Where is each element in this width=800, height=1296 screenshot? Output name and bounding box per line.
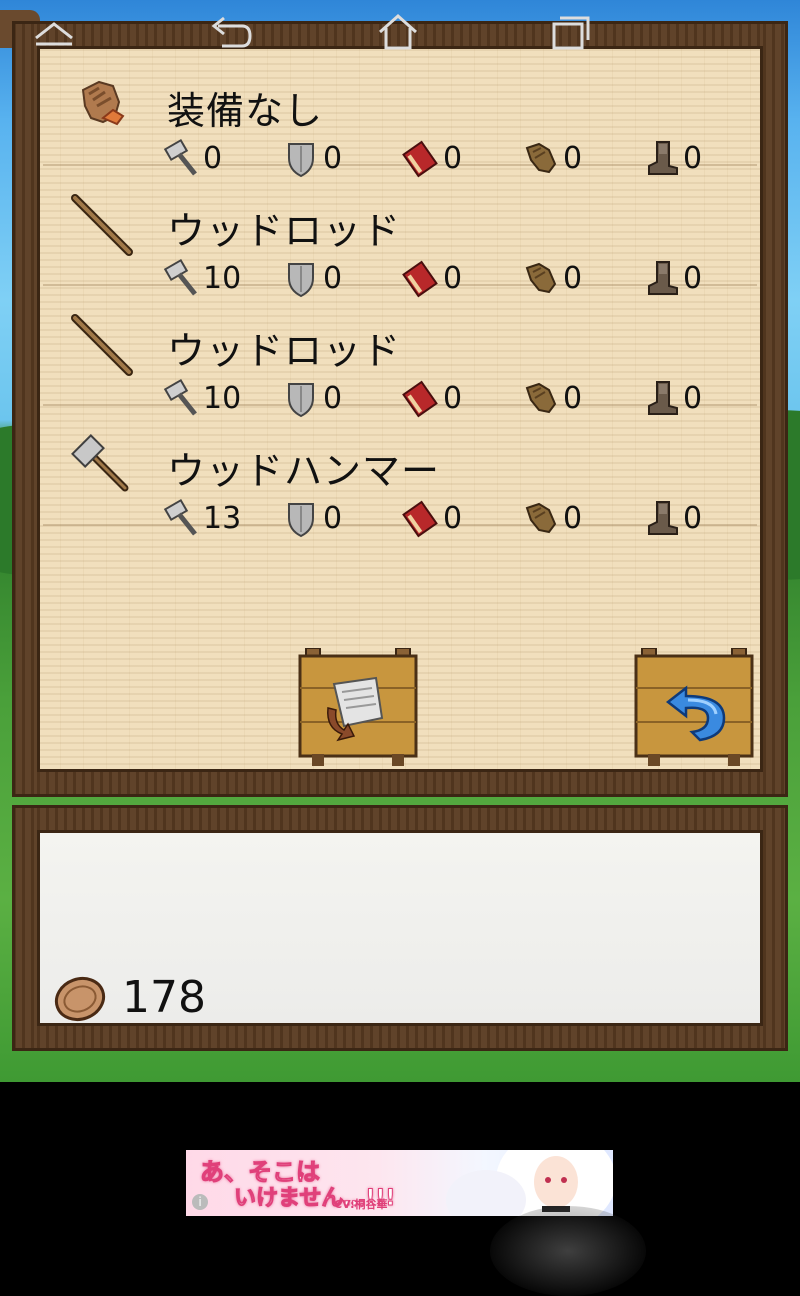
gloves-stat: 0 [521, 498, 582, 538]
nav-home-button[interactable] [368, 8, 428, 56]
back-button[interactable] [634, 647, 754, 766]
home-icon [379, 13, 417, 50]
defense-stat: 0 [281, 498, 342, 538]
magic-stat: 0 [401, 498, 462, 538]
nav-recent-apps-button[interactable] [540, 8, 600, 56]
attack-value: 13 [203, 500, 242, 536]
equipment-row[interactable]: ウッドロッド 10 0 0 0 0 [43, 166, 757, 298]
shield-stat-icon [288, 503, 314, 538]
recent-apps-icon [552, 16, 590, 50]
ad-info-icon[interactable]: i [192, 1194, 208, 1210]
boots-stat: 0 [641, 498, 702, 538]
chevron-up-icon [35, 22, 73, 46]
equipment-row[interactable]: 装備なし 0 0 0 0 0 [43, 46, 757, 178]
item-name: 装備なし [167, 89, 324, 133]
back-arrow-icon [211, 16, 252, 48]
gloves-value: 0 [563, 500, 583, 536]
defense-value: 0 [323, 500, 343, 536]
book-stat-icon [402, 500, 438, 538]
ad-character-illustration [446, 1150, 613, 1216]
glove-icon [69, 72, 133, 136]
boot-stat-icon [648, 501, 678, 535]
item-name: ウッドロッド [167, 209, 402, 253]
equipment-row[interactable]: ウッドハンマー 13 0 0 0 0 [43, 406, 757, 538]
glove-stat-icon [525, 502, 557, 534]
recycle-button[interactable] [298, 647, 418, 766]
magic-value: 0 [443, 500, 463, 536]
hammer-icon [69, 432, 133, 496]
item-name: ウッドロッド [167, 329, 402, 373]
nav-back-button[interactable] [24, 8, 84, 56]
attack-stat: 13 [161, 498, 241, 538]
ad-banner[interactable]: あ、そこは いけません…!!! CV:桐谷華 i [186, 1150, 613, 1216]
equipment-row[interactable]: ウッドロッド 10 0 0 0 0 [43, 286, 757, 418]
wood-rod-icon [69, 192, 133, 256]
ad-voice-credit: CV:桐谷華 [334, 1198, 388, 1211]
coin-icon [54, 975, 106, 1023]
hammer-stat-icon [163, 498, 197, 536]
coin-count: 178 [122, 972, 206, 1023]
equipment-list: 装備なし 0 0 0 0 0 ウッドロッド 10 0 0 0 0 ウッドロッド … [37, 46, 763, 538]
nav-highlight [490, 1206, 646, 1296]
item-stats: 13 0 0 0 0 [161, 498, 761, 538]
nav-back-arrow-button[interactable] [200, 8, 260, 56]
boots-value: 0 [683, 500, 703, 536]
system-nav-bar [0, 1216, 800, 1280]
wood-rod-icon [69, 312, 133, 376]
item-name: ウッドハンマー [167, 449, 441, 493]
